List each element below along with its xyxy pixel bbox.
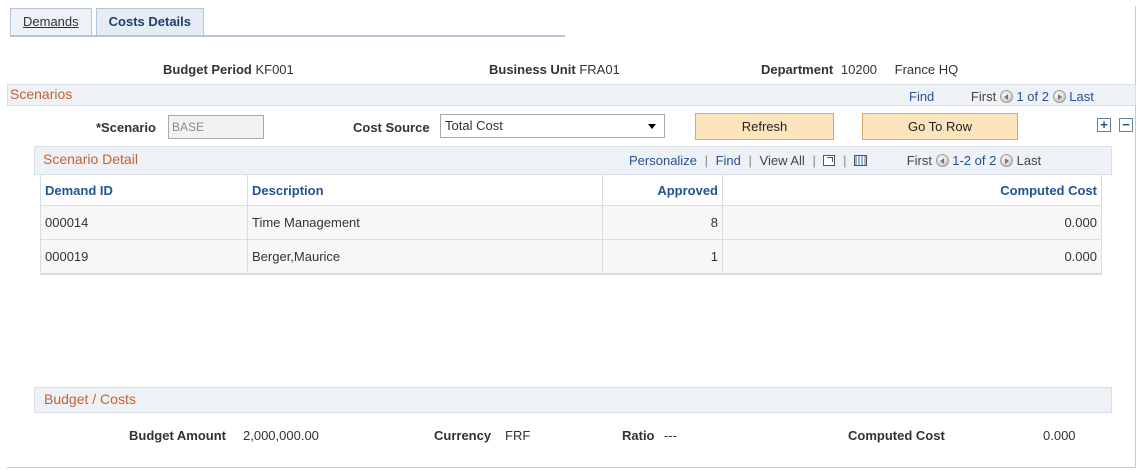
scenario-detail-table: Demand ID Description Approved Computed …: [41, 175, 1101, 274]
business-unit-value: FRA01: [579, 62, 620, 77]
tab-bar: Demands Costs Details: [10, 8, 208, 36]
business-unit-label: Business Unit: [489, 62, 576, 77]
find-link[interactable]: Find: [716, 153, 741, 168]
tab-demands[interactable]: Demands: [10, 8, 92, 35]
download-grid-icon[interactable]: [854, 155, 868, 166]
currency-label: Currency: [434, 428, 492, 443]
go-to-row-button[interactable]: Go To Row: [862, 113, 1018, 140]
column-approved[interactable]: Approved: [602, 175, 723, 206]
personalize-link[interactable]: Personalize: [629, 153, 697, 168]
scenario-label: *Scenario: [96, 120, 156, 135]
cost-source-value: Total Cost: [445, 118, 503, 133]
scenario-detail-grid: Demand ID Description Approved Computed …: [40, 174, 1102, 275]
detail-first: First: [906, 153, 932, 168]
budget-amount-label: Budget Amount: [129, 428, 226, 443]
cell-demand-id: 000019: [41, 239, 248, 274]
tab-costs-details[interactable]: Costs Details: [95, 8, 205, 35]
cell-demand-id: 000014: [41, 205, 248, 240]
computed-cost-label: Computed Cost: [848, 428, 945, 443]
cell-computed-cost: 0.000: [722, 205, 1101, 240]
department-name: France HQ: [894, 62, 959, 77]
scenarios-title: Scenarios: [10, 86, 73, 102]
cell-description: Berger,Maurice: [247, 239, 603, 274]
department: Department 10200 France HQ: [761, 62, 958, 77]
table-row: 000014 Time Management 8 0.000: [41, 205, 1101, 240]
computed-cost-value: 0.000: [1043, 428, 1076, 443]
detail-range: 1-2 of 2: [952, 153, 997, 168]
cell-description: Time Management: [247, 205, 603, 240]
scenarios-first: First: [970, 89, 997, 104]
scenario-detail-nav: Personalize | Find | View All | | First …: [629, 153, 1041, 168]
scenario-detail-title: Scenario Detail: [43, 151, 138, 167]
cell-computed-cost: 0.000: [722, 239, 1101, 274]
add-row-button[interactable]: +: [1097, 118, 1111, 132]
new-window-icon[interactable]: [823, 155, 836, 166]
table-header-row: Demand ID Description Approved Computed …: [41, 175, 1101, 206]
budget-period-value: KF001: [255, 62, 294, 77]
budget-amount-value: 2,000,000.00: [243, 428, 319, 443]
refresh-button[interactable]: Refresh: [695, 113, 834, 140]
next-icon[interactable]: [1052, 90, 1066, 103]
column-computed-cost[interactable]: Computed Cost: [722, 175, 1101, 206]
table-row: 000019 Berger,Maurice 1 0.000: [41, 239, 1101, 274]
budget-period-label: Budget Period: [163, 62, 252, 77]
previous-icon[interactable]: [999, 90, 1013, 103]
separator: |: [704, 153, 708, 168]
separator: |: [748, 153, 752, 168]
separator: |: [812, 153, 816, 168]
ratio-label: Ratio: [622, 428, 655, 443]
business-unit: Business Unit FRA01: [489, 62, 620, 77]
cost-source-label: Cost Source: [353, 120, 430, 135]
column-description[interactable]: Description: [247, 175, 603, 206]
budget-period: Budget Period KF001: [163, 62, 294, 77]
ratio-value: ---: [664, 428, 677, 443]
currency-value: FRF: [505, 428, 531, 443]
column-demand-id[interactable]: Demand ID: [41, 175, 248, 206]
department-label: Department: [761, 62, 834, 77]
previous-icon[interactable]: [935, 154, 949, 167]
detail-last: Last: [1016, 153, 1042, 168]
scenarios-range: 1 of 2: [1016, 89, 1049, 104]
scenarios-nav: Find First 1 of 2 Last: [909, 89, 1094, 104]
cell-approved: 8: [602, 205, 723, 240]
chevron-down-icon: [648, 124, 656, 129]
budget-costs-title: Budget / Costs: [44, 391, 136, 407]
view-all-link[interactable]: View All: [760, 153, 805, 168]
delete-row-button[interactable]: −: [1119, 118, 1133, 132]
tab-underline: [10, 35, 565, 37]
scenarios-last-link[interactable]: Last: [1069, 89, 1094, 104]
department-value: 10200: [840, 62, 878, 77]
cost-source-select[interactable]: Total Cost: [440, 114, 665, 138]
next-icon[interactable]: [999, 154, 1013, 167]
budget-costs-bar: [34, 387, 1112, 413]
scenario-input: BASE: [168, 115, 264, 139]
cell-approved: 1: [602, 239, 723, 274]
separator: |: [843, 153, 847, 168]
scenarios-find-link[interactable]: Find: [909, 89, 934, 104]
